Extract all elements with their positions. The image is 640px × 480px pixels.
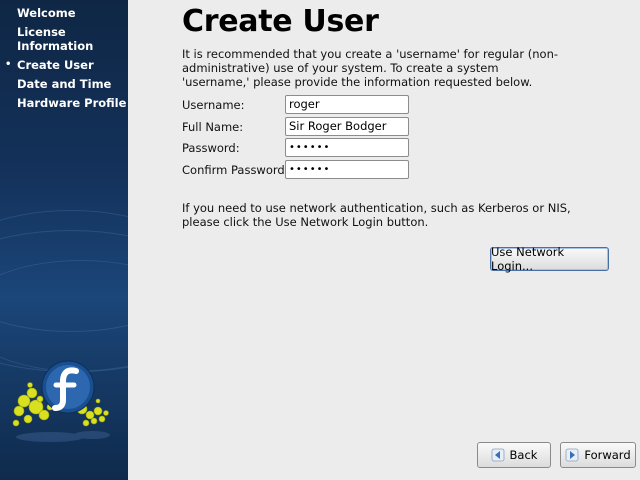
forward-button[interactable]: Forward xyxy=(560,442,636,468)
step-list: Welcome License Information • Create User… xyxy=(0,4,128,113)
username-label: Username: xyxy=(182,98,245,112)
sidebar-item-welcome: Welcome xyxy=(17,6,76,20)
network-info-text: If you need to use network authenticatio… xyxy=(182,201,571,229)
fullname-label: Full Name: xyxy=(182,120,244,134)
confirm-password-field[interactable]: •••••• xyxy=(285,160,409,179)
sidebar-item-hardware-profile: Hardware Profile xyxy=(17,96,127,110)
sidebar-item-create-user: • Create User xyxy=(5,58,94,72)
fedora-logo-icon xyxy=(12,360,110,442)
back-label: Back xyxy=(509,448,538,462)
password-field[interactable]: •••••• xyxy=(285,138,409,157)
forward-label: Forward xyxy=(584,448,631,462)
sidebar-item-date-time: Date and Time xyxy=(17,77,112,91)
page-title: Create User xyxy=(182,4,379,39)
fullname-field[interactable]: Sir Roger Bodger xyxy=(285,117,409,136)
current-step-marker: • xyxy=(5,59,12,70)
username-field[interactable]: roger xyxy=(285,95,409,114)
sidebar: Welcome License Information • Create User… xyxy=(0,0,128,480)
main-panel: Create User It is recommended that you c… xyxy=(128,0,640,480)
back-arrow-icon xyxy=(491,448,504,462)
confirm-password-label: Confirm Password: xyxy=(182,163,289,177)
password-label: Password: xyxy=(182,141,240,155)
back-button[interactable]: Back xyxy=(477,442,551,468)
sidebar-item-license: License Information xyxy=(17,25,94,53)
intro-text: It is recommended that you create a 'use… xyxy=(182,47,559,89)
use-network-login-label: Use Network Login... xyxy=(491,245,565,273)
forward-arrow-icon xyxy=(565,448,579,462)
use-network-login-button[interactable]: Use Network Login... xyxy=(490,245,609,273)
